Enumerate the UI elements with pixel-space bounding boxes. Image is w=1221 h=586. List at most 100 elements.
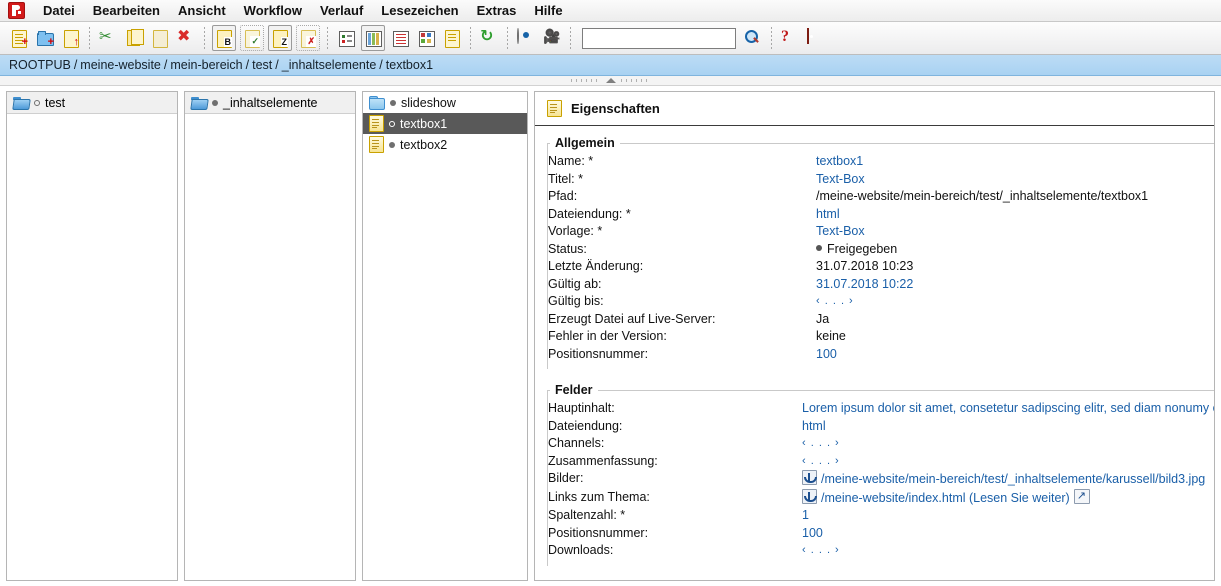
logout-button[interactable] bbox=[805, 26, 827, 50]
field-value-links-zum-thema[interactable]: /meine-website/index.html (Lesen Sie wei… bbox=[802, 488, 1214, 508]
detail-view-button[interactable] bbox=[441, 26, 463, 50]
horizontal-splitter[interactable] bbox=[0, 76, 1221, 86]
checkin-button[interactable]: ✓ bbox=[240, 25, 264, 51]
toolbar: + + ↑ ✂ ✖ B ✓ Z ✗ ↻ 🎥 ? bbox=[0, 22, 1221, 55]
links-zum-thema-link[interactable]: /meine-website/index.html (Lesen Sie wei… bbox=[821, 491, 1070, 505]
breadcrumb-item-inhaltselemente[interactable]: _inhaltselemente bbox=[282, 58, 377, 72]
menu-verlauf[interactable]: Verlauf bbox=[311, 1, 372, 20]
upload-document-button[interactable]: ↑ bbox=[60, 26, 82, 50]
field-value-downloads[interactable]: ‹ . . . › bbox=[802, 542, 1214, 560]
exit-door-icon bbox=[807, 28, 825, 47]
field-value-dateiendung[interactable]: html bbox=[816, 206, 1148, 224]
paste-button[interactable] bbox=[149, 26, 171, 50]
column-inhaltselemente-header[interactable]: _inhaltselemente bbox=[185, 92, 355, 114]
discard-button[interactable]: ✗ bbox=[296, 25, 320, 51]
search-input[interactable] bbox=[582, 27, 736, 49]
field-label-felder-dateiendung: Dateiendung: bbox=[548, 418, 623, 433]
document-properties-icon bbox=[547, 100, 562, 117]
field-value-positionsnummer[interactable]: 100 bbox=[816, 346, 1148, 364]
preview-button[interactable] bbox=[515, 26, 537, 50]
document-x-icon: ✗ bbox=[299, 29, 317, 48]
field-label-erzeugt-datei: Erzeugt Datei auf Live-Server: bbox=[548, 311, 716, 326]
field-value-spaltenzahl[interactable]: 1 bbox=[802, 507, 1214, 525]
field-value-felder-positionsnummer[interactable]: 100 bbox=[802, 525, 1214, 543]
toolbar-separator bbox=[507, 27, 508, 49]
delete-button[interactable]: ✖ bbox=[175, 26, 197, 50]
field-label-bilder: Bilder: bbox=[548, 471, 584, 485]
bold-document-button[interactable]: B bbox=[212, 25, 236, 51]
closed-folder-icon bbox=[369, 96, 385, 110]
properties-body: Allgemein Name: * textbox1 Titel: * Text… bbox=[535, 126, 1214, 580]
table-row: Hauptinhalt: Lorem ipsum dolor sit amet,… bbox=[548, 400, 1214, 418]
group-felder-legend: Felder bbox=[555, 383, 593, 397]
external-link-icon[interactable] bbox=[1073, 488, 1090, 505]
field-value-name[interactable]: textbox1 bbox=[816, 153, 1148, 171]
imperia-window: Datei Bearbeiten Ansicht Workflow Verlau… bbox=[0, 0, 1221, 586]
list-item-textbox2[interactable]: textbox2 bbox=[363, 134, 527, 155]
page-title: Eigenschaften bbox=[571, 101, 660, 116]
breadcrumb-separator: / bbox=[245, 58, 250, 72]
breadcrumb-separator: / bbox=[275, 58, 279, 72]
copy-button[interactable] bbox=[123, 26, 145, 50]
table-row: Dateiendung: html bbox=[548, 418, 1214, 436]
cut-button[interactable]: ✂ bbox=[97, 26, 119, 50]
breadcrumb-item-mein-bereich[interactable]: mein-bereich bbox=[170, 58, 242, 72]
breadcrumb-separator: / bbox=[73, 58, 78, 72]
list-view-button[interactable] bbox=[389, 26, 411, 50]
table-row: Pfad: /meine-website/mein-bereich/test/_… bbox=[548, 188, 1148, 206]
column-test-header-label: test bbox=[45, 95, 66, 110]
list-item-slideshow[interactable]: slideshow bbox=[363, 92, 527, 113]
splitter-collapse-icon[interactable] bbox=[605, 78, 616, 83]
zip-document-button[interactable]: Z bbox=[268, 25, 292, 51]
field-value-zusammenfassung[interactable]: ‹ . . . › bbox=[802, 453, 1214, 471]
new-folder-button[interactable]: + bbox=[34, 26, 56, 50]
reload-button[interactable]: ↻ bbox=[478, 26, 500, 50]
list-item-textbox1[interactable]: textbox1 bbox=[363, 113, 527, 134]
field-value-hauptinhalt[interactable]: Lorem ipsum dolor sit amet, consetetur s… bbox=[802, 400, 1214, 418]
menu-bearbeiten[interactable]: Bearbeiten bbox=[84, 1, 169, 20]
eye-icon bbox=[517, 28, 535, 47]
column-view-button[interactable] bbox=[361, 25, 385, 51]
table-row: Links zum Thema: /meine-website/index.ht… bbox=[548, 488, 1214, 508]
help-button[interactable]: ? bbox=[779, 26, 801, 50]
thumbnail-view-button[interactable] bbox=[415, 26, 437, 50]
field-value-vorlage[interactable]: Text-Box bbox=[816, 223, 1148, 241]
field-label-links-zum-thema: Links zum Thema: bbox=[548, 489, 650, 504]
breadcrumb-item-test[interactable]: test bbox=[252, 58, 272, 72]
magnifier-icon bbox=[744, 29, 762, 47]
scissors-icon: ✂ bbox=[99, 28, 112, 45]
breadcrumb-separator: / bbox=[163, 58, 168, 72]
document-check-icon: ✓ bbox=[243, 29, 261, 48]
menu-workflow[interactable]: Workflow bbox=[235, 1, 311, 20]
menu-extras[interactable]: Extras bbox=[468, 1, 526, 20]
bilder-link[interactable]: /meine-website/mein-bereich/test/_inhalt… bbox=[821, 472, 1205, 486]
menu-datei[interactable]: Datei bbox=[34, 1, 84, 20]
group-felder: Felder Hauptinhalt: Lorem ipsum dolor si… bbox=[547, 383, 1214, 566]
toolbar-separator bbox=[771, 27, 772, 49]
menu-hilfe[interactable]: Hilfe bbox=[525, 1, 571, 20]
field-value-channels[interactable]: ‹ . . . › bbox=[802, 435, 1214, 453]
column-view-icon bbox=[364, 29, 382, 47]
column-test-header[interactable]: test bbox=[7, 92, 177, 114]
group-allgemein: Allgemein Name: * textbox1 Titel: * Text… bbox=[547, 136, 1214, 369]
menu-lesezeichen[interactable]: Lesezeichen bbox=[372, 1, 467, 20]
status-marker bbox=[389, 120, 395, 127]
breadcrumb-item-rootpub[interactable]: ROOTPUB bbox=[9, 58, 71, 72]
breadcrumb-item-textbox1[interactable]: textbox1 bbox=[386, 58, 433, 72]
search-button[interactable] bbox=[742, 26, 764, 50]
field-label-name: Name: * bbox=[548, 154, 594, 168]
new-document-button[interactable]: + bbox=[8, 26, 30, 50]
menu-ansicht[interactable]: Ansicht bbox=[169, 1, 235, 20]
field-value-pfad: /meine-website/mein-bereich/test/_inhalt… bbox=[816, 189, 1149, 203]
field-value-fehler: keine bbox=[816, 329, 846, 343]
status-badge-dot bbox=[816, 244, 822, 251]
field-value-gueltig-bis[interactable]: ‹ . . . › bbox=[816, 293, 1148, 311]
field-value-gueltig-ab[interactable]: 31.07.2018 10:22 bbox=[816, 276, 1148, 294]
breadcrumb-item-meine-website[interactable]: meine-website bbox=[80, 58, 161, 72]
page-document-icon bbox=[369, 115, 384, 132]
field-value-felder-dateiendung[interactable]: html bbox=[802, 418, 1214, 436]
field-value-bilder[interactable]: /meine-website/mein-bereich/test/_inhalt… bbox=[802, 470, 1214, 489]
media-button[interactable]: 🎥 bbox=[541, 26, 563, 50]
field-value-titel[interactable]: Text-Box bbox=[816, 171, 1148, 189]
tree-view-button[interactable] bbox=[335, 26, 357, 50]
